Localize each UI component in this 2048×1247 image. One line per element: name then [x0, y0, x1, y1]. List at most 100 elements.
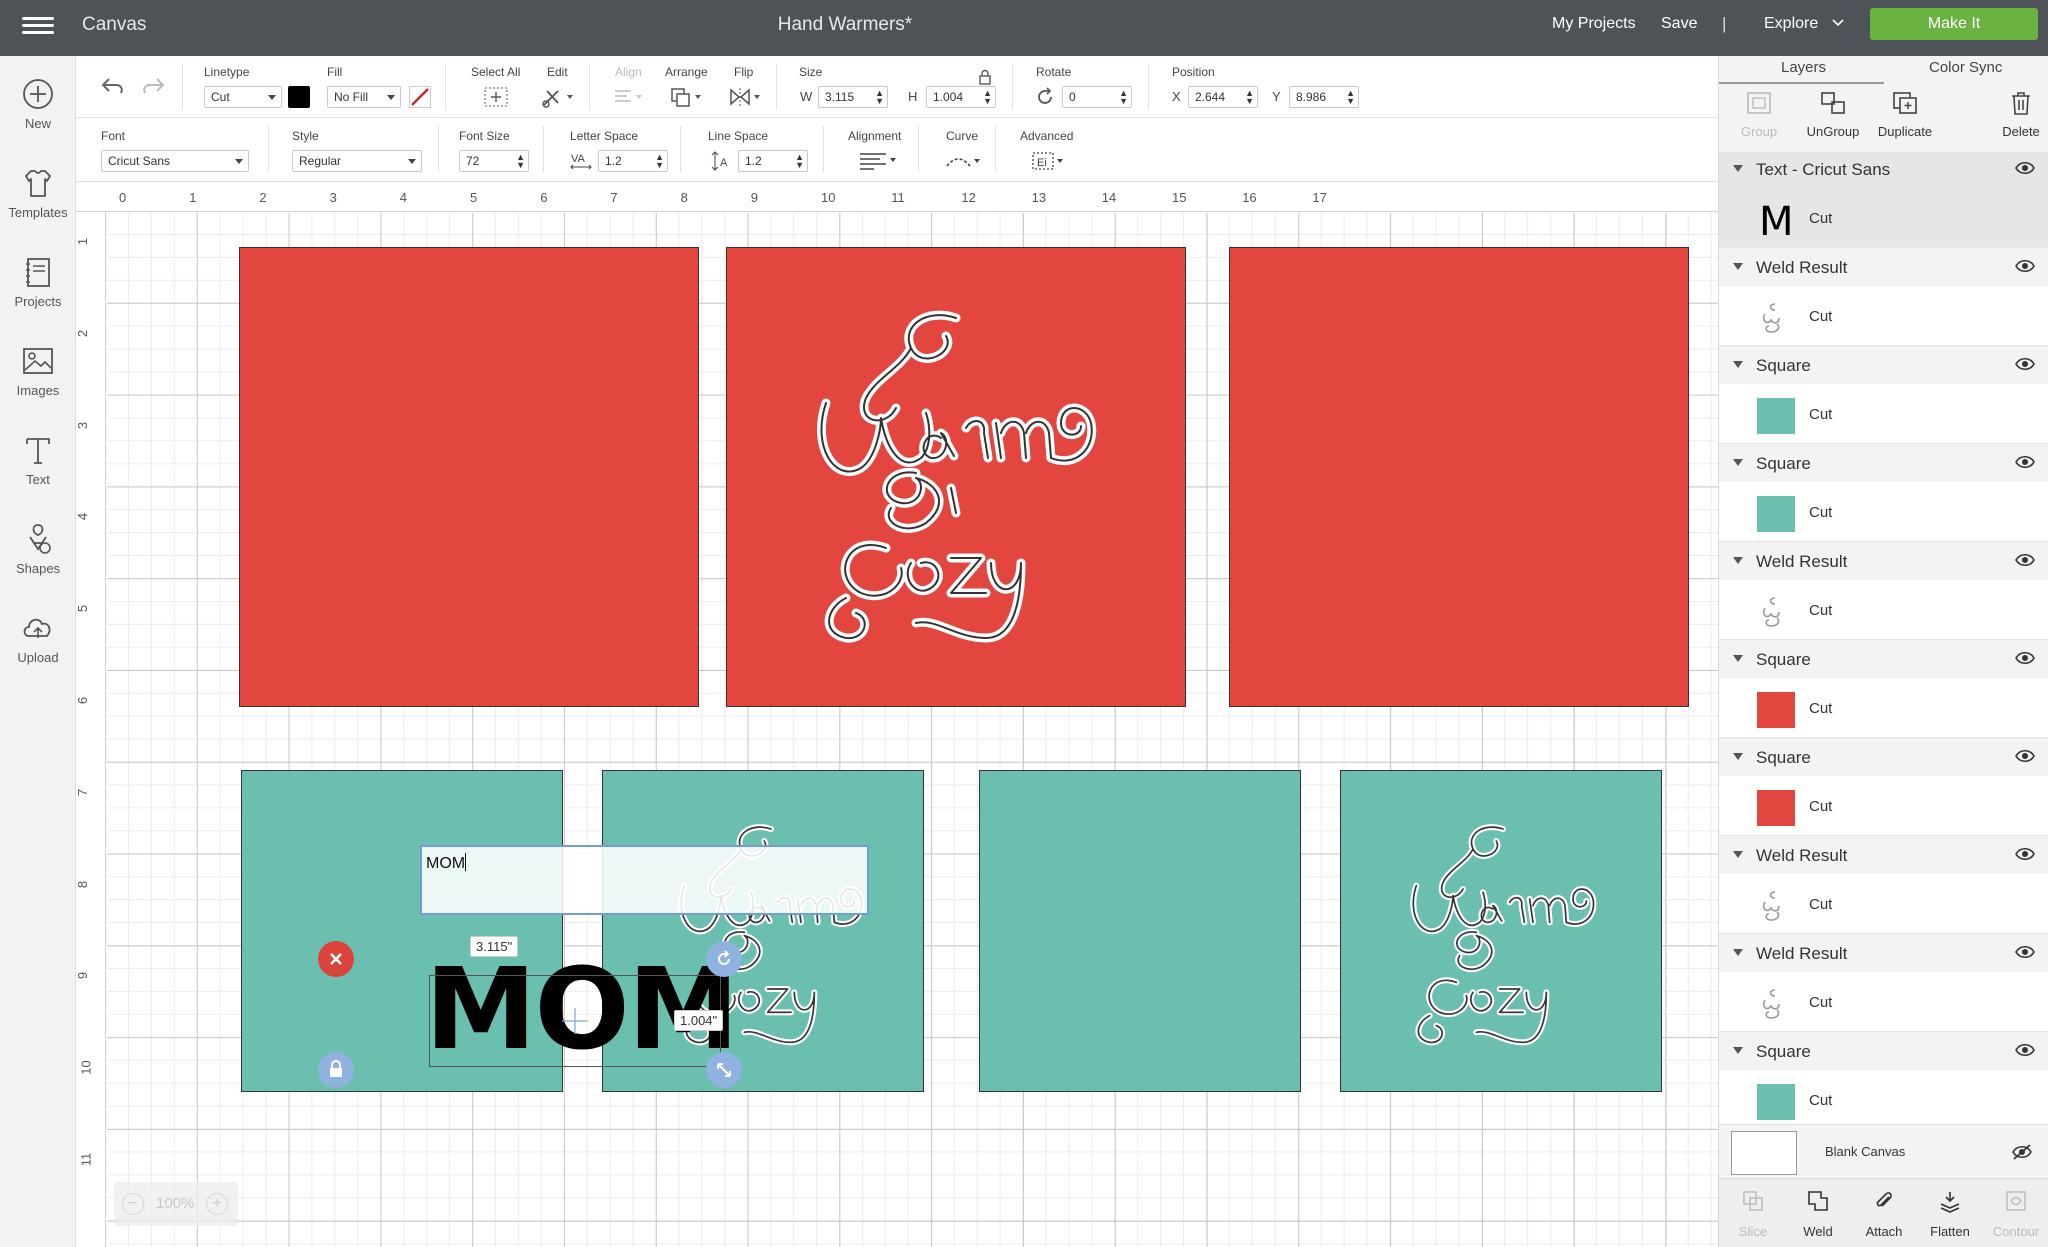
- explore-menu[interactable]: Explore: [1764, 15, 1818, 33]
- group-button[interactable]: Group: [1719, 124, 1799, 139]
- layer-row[interactable]: Cut: [1719, 286, 2048, 346]
- rotate-icon[interactable]: [1034, 86, 1056, 108]
- style-select[interactable]: Regular: [292, 150, 422, 172]
- contour-button[interactable]: Contour: [1983, 1224, 2048, 1239]
- layer-group-header[interactable]: Weld Result: [1719, 250, 2048, 286]
- sidebar-item-new[interactable]: New: [0, 74, 76, 131]
- eye-icon[interactable]: [2015, 846, 2035, 862]
- layer-row[interactable]: Cut: [1719, 874, 2048, 934]
- blank-canvas-swatch[interactable]: [1731, 1131, 1797, 1175]
- text-align-icon[interactable]: [858, 150, 900, 170]
- collapse-icon[interactable]: [1733, 1047, 1743, 1054]
- layer-row[interactable]: Cut: [1719, 972, 2048, 1032]
- curve-text-icon[interactable]: [944, 150, 984, 172]
- layer-group-header[interactable]: Square: [1719, 740, 2048, 776]
- red-square[interactable]: [1229, 247, 1689, 707]
- layer-row[interactable]: Cut: [1719, 384, 2048, 444]
- collapse-icon[interactable]: [1733, 753, 1743, 760]
- linetype-select[interactable]: Cut: [204, 86, 282, 108]
- undo-icon[interactable]: [100, 76, 126, 96]
- no-fill-swatch-icon[interactable]: [409, 86, 431, 108]
- duplicate-button[interactable]: Duplicate: [1865, 124, 1945, 139]
- weld-icon[interactable]: [1806, 1189, 1830, 1213]
- sidebar-item-templates[interactable]: Templates: [0, 163, 76, 220]
- font-size-input[interactable]: 72 ▲ ▼: [459, 150, 529, 172]
- contour-icon[interactable]: [2004, 1189, 2028, 1213]
- layer-group-header[interactable]: Square: [1719, 348, 2048, 384]
- layer-group-header[interactable]: Text - Cricut Sans: [1719, 152, 2048, 188]
- layer-row[interactable]: Cut: [1719, 678, 2048, 738]
- rotate-handle[interactable]: [706, 941, 742, 977]
- position-y-input[interactable]: 8.986 ▲ ▼: [1289, 86, 1359, 108]
- layer-row[interactable]: Cut: [1719, 1070, 2048, 1130]
- height-input[interactable]: 1.004 ▲ ▼: [926, 86, 996, 108]
- collapse-icon[interactable]: [1733, 263, 1743, 270]
- layer-row[interactable]: Cut: [1719, 776, 2048, 836]
- ungroup-button[interactable]: UnGroup: [1793, 124, 1873, 139]
- warm-cozy-artwork[interactable]: [1403, 822, 1603, 1046]
- fill-select[interactable]: No Fill: [327, 86, 401, 108]
- layer-group-header[interactable]: Weld Result: [1719, 544, 2048, 580]
- attach-button[interactable]: Attach: [1851, 1224, 1917, 1239]
- layer-group-header[interactable]: Square: [1719, 446, 2048, 482]
- lock-icon[interactable]: [978, 69, 992, 85]
- collapse-icon[interactable]: [1733, 949, 1743, 956]
- layer-group-header[interactable]: Weld Result: [1719, 936, 2048, 972]
- duplicate-icon[interactable]: [1891, 90, 1919, 116]
- collapse-icon[interactable]: [1733, 557, 1743, 564]
- sidebar-item-projects[interactable]: Projects: [0, 252, 76, 309]
- resize-handle[interactable]: [706, 1052, 742, 1088]
- text-edit-input[interactable]: MOM: [420, 845, 869, 915]
- blank-canvas-row[interactable]: Blank Canvas: [1719, 1124, 2048, 1178]
- flatten-button[interactable]: Flatten: [1917, 1224, 1983, 1239]
- delete-button[interactable]: Delete: [1981, 124, 2048, 139]
- line-space-input[interactable]: 1.2 ▲ ▼: [738, 150, 808, 172]
- align-icon[interactable]: [612, 86, 646, 108]
- tab-color-sync[interactable]: Color Sync: [1929, 59, 2002, 76]
- slice-button[interactable]: Slice: [1720, 1224, 1786, 1239]
- eye-icon[interactable]: [2015, 160, 2035, 176]
- sidebar-item-upload[interactable]: Upload: [0, 608, 76, 665]
- collapse-icon[interactable]: [1733, 655, 1743, 662]
- font-select[interactable]: Cricut Sans: [101, 150, 249, 172]
- edit-scissors-icon[interactable]: [541, 86, 575, 108]
- sidebar-item-shapes[interactable]: Shapes: [0, 519, 76, 576]
- eye-icon[interactable]: [2015, 650, 2035, 666]
- ungroup-icon[interactable]: [1819, 90, 1847, 116]
- collapse-icon[interactable]: [1733, 459, 1743, 466]
- eye-icon[interactable]: [2015, 1042, 2035, 1058]
- arrange-icon[interactable]: [669, 86, 705, 108]
- my-projects-link[interactable]: My Projects: [1552, 15, 1636, 33]
- eye-icon[interactable]: [2015, 944, 2035, 960]
- layer-row[interactable]: Cut: [1719, 580, 2048, 640]
- eye-icon[interactable]: [2015, 356, 2035, 372]
- collapse-icon[interactable]: [1733, 165, 1743, 172]
- lock-handle[interactable]: [318, 1052, 354, 1088]
- teal-square[interactable]: [979, 770, 1301, 1092]
- paperclip-icon[interactable]: [1872, 1189, 1896, 1213]
- layer-group-header[interactable]: Square: [1719, 642, 2048, 678]
- red-square[interactable]: [239, 247, 699, 707]
- collapse-icon[interactable]: [1733, 361, 1743, 368]
- linetype-color-swatch[interactable]: [288, 86, 310, 108]
- hidden-eye-icon[interactable]: [2011, 1143, 2033, 1161]
- collapse-icon[interactable]: [1733, 851, 1743, 858]
- advanced-text-icon[interactable]: Ei: [1031, 150, 1067, 172]
- document-title[interactable]: Hand Warmers*: [0, 14, 1690, 36]
- rotate-input[interactable]: 0 ▲ ▼: [1062, 86, 1132, 108]
- group-icon[interactable]: [1745, 90, 1773, 116]
- redo-icon[interactable]: [140, 76, 166, 96]
- make-it-button[interactable]: Make It: [1870, 8, 2038, 40]
- sidebar-item-text[interactable]: Text: [0, 430, 76, 487]
- trash-icon[interactable]: [2009, 90, 2033, 116]
- save-link[interactable]: Save: [1661, 15, 1697, 33]
- delete-handle[interactable]: [318, 941, 354, 977]
- weld-button[interactable]: Weld: [1785, 1224, 1851, 1239]
- layer-group-header[interactable]: Square: [1719, 1034, 2048, 1070]
- layer-group-header[interactable]: Weld Result: [1719, 838, 2048, 874]
- layer-row[interactable]: M Cut: [1719, 188, 2048, 248]
- layer-row[interactable]: Cut: [1719, 482, 2048, 542]
- width-input[interactable]: 3.115 ▲ ▼: [818, 86, 888, 108]
- flip-icon[interactable]: [728, 86, 764, 108]
- position-x-input[interactable]: 2.644 ▲ ▼: [1188, 86, 1258, 108]
